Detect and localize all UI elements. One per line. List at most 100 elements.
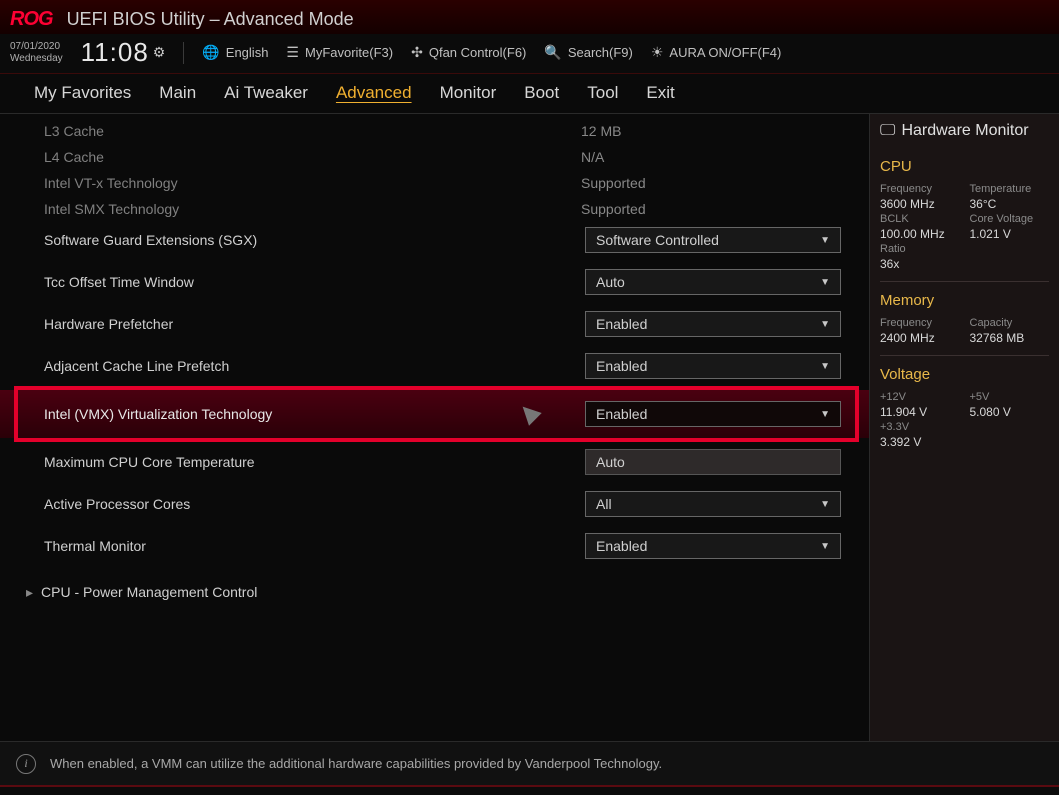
setting-label: Active Processor Cores: [44, 496, 585, 512]
setting-row-cores: Active Processor Cores All ▼: [0, 486, 869, 522]
language-button[interactable]: 🌐 English: [202, 44, 268, 61]
dropdown-value: Auto: [596, 274, 625, 290]
divider: [880, 355, 1049, 356]
hw-value: 3.392 V: [880, 435, 960, 449]
dropdown-value: All: [596, 496, 612, 512]
dropdown-thermal[interactable]: Enabled ▼: [585, 533, 841, 559]
monitor-icon: 🖵: [880, 122, 895, 140]
setting-label: Intel (VMX) Virtualization Technology: [44, 406, 585, 422]
hw-value: 36x: [880, 257, 960, 271]
tab-ai-tweaker[interactable]: Ai Tweaker: [224, 83, 308, 113]
dropdown-value: Enabled: [596, 406, 647, 422]
setting-row-thermal: Thermal Monitor Enabled ▼: [0, 528, 869, 564]
dropdown-hw-prefetch[interactable]: Enabled▼: [585, 311, 841, 337]
rog-logo-icon: ROG: [10, 8, 53, 31]
help-bar: i When enabled, a VMM can utilize the ad…: [0, 741, 1059, 785]
chevron-down-icon: ▼: [820, 541, 830, 552]
day-text: Wednesday: [10, 53, 63, 65]
clock-time: 11:08: [81, 37, 149, 68]
search-icon: 🔍: [544, 44, 561, 61]
dropdown-adj-prefetch[interactable]: Enabled▼: [585, 353, 841, 379]
qfan-button[interactable]: ✣Qfan Control(F6): [411, 44, 526, 61]
info-label: Intel VT-x Technology: [44, 175, 581, 191]
hw-label: Capacity: [970, 317, 1050, 329]
info-value: 12 MB: [581, 123, 841, 139]
dropdown-vmx[interactable]: Enabled ▼: [585, 401, 841, 427]
hw-label: +5V: [970, 391, 1050, 403]
info-label: L3 Cache: [44, 123, 581, 139]
tab-my-favorites[interactable]: My Favorites: [34, 83, 131, 113]
footer-bar: Last Modified EzMode(F7)↦ Hot Keys? Sear…: [0, 785, 1059, 795]
hw-value: 32768 MB: [970, 331, 1050, 345]
clock[interactable]: 11:08 ⚙: [81, 37, 166, 68]
search-label: Search(F9): [568, 45, 633, 60]
setting-row-tcc: Tcc Offset Time Window Auto▼: [0, 264, 869, 300]
hw-section-voltage: Voltage: [880, 366, 1049, 383]
dropdown-value: Software Controlled: [596, 232, 719, 248]
setting-label: Hardware Prefetcher: [44, 316, 585, 332]
dropdown-value: Enabled: [596, 538, 647, 554]
list-icon: ☰: [286, 44, 299, 61]
tab-monitor[interactable]: Monitor: [440, 83, 497, 113]
help-text: When enabled, a VMM can utilize the addi…: [50, 756, 662, 771]
hw-value: 36°C: [970, 197, 1050, 211]
hw-value: 100.00 MHz: [880, 227, 960, 241]
dropdown-sgx[interactable]: Software Controlled ▼: [585, 227, 841, 253]
hw-section-memory: Memory: [880, 292, 1049, 309]
hw-label: +12V: [880, 391, 960, 403]
hw-volt-grid: +12V +5V 11.904 V 5.080 V +3.3V 3.392 V: [880, 391, 1049, 449]
hw-monitor-label: Hardware Monitor: [901, 122, 1028, 140]
app-title: UEFI BIOS Utility – Advanced Mode: [67, 9, 354, 30]
setting-label: Maximum CPU Core Temperature: [44, 454, 585, 470]
setting-label: Thermal Monitor: [44, 538, 585, 554]
chevron-down-icon: ▼: [820, 499, 830, 510]
submenu-cpu-power[interactable]: CPU - Power Management Control: [0, 574, 869, 610]
gear-icon[interactable]: ⚙: [153, 44, 166, 61]
input-max-temp[interactable]: Auto: [585, 449, 841, 475]
info-bar: 07/01/2020 Wednesday 11:08 ⚙ 🌐 English ☰M…: [0, 34, 1059, 74]
setting-label: Tcc Offset Time Window: [44, 274, 585, 290]
info-row-l3: L3 Cache 12 MB: [0, 118, 869, 144]
hw-value: 11.904 V: [880, 405, 960, 419]
tab-tool[interactable]: Tool: [587, 83, 618, 113]
setting-row-max-temp: Maximum CPU Core Temperature Auto: [0, 444, 869, 480]
hw-value: 1.021 V: [970, 227, 1050, 241]
aura-button[interactable]: ☀AURA ON/OFF(F4): [651, 44, 782, 61]
hw-label: Core Voltage: [970, 213, 1050, 225]
dropdown-value: Auto: [596, 454, 625, 470]
info-icon: i: [16, 754, 36, 774]
info-label: L4 Cache: [44, 149, 581, 165]
divider: [880, 281, 1049, 282]
hw-label: Temperature: [970, 183, 1050, 195]
tab-advanced[interactable]: Advanced: [336, 83, 412, 113]
menu-bar: My Favorites Main Ai Tweaker Advanced Mo…: [0, 74, 1059, 114]
chevron-down-icon: ▼: [820, 319, 830, 330]
date-text: 07/01/2020: [10, 41, 63, 53]
setting-row-sgx: Software Guard Extensions (SGX) Software…: [0, 222, 869, 258]
tab-exit[interactable]: Exit: [646, 83, 674, 113]
chevron-down-icon: ▼: [820, 235, 830, 246]
search-button[interactable]: 🔍 Search(F9): [544, 44, 632, 61]
hw-section-cpu: CPU: [880, 158, 1049, 175]
setting-row-hw-prefetch: Hardware Prefetcher Enabled▼: [0, 306, 869, 342]
sun-icon: ☀: [651, 44, 664, 61]
dropdown-tcc[interactable]: Auto▼: [585, 269, 841, 295]
language-label: English: [226, 45, 269, 60]
hw-mem-grid: Frequency Capacity 2400 MHz 32768 MB: [880, 317, 1049, 345]
qfan-label: Qfan Control(F6): [429, 45, 527, 60]
tab-main[interactable]: Main: [159, 83, 196, 113]
hw-label: Frequency: [880, 183, 960, 195]
myfavorite-button[interactable]: ☰MyFavorite(F3): [286, 44, 393, 61]
setting-row-vmx: Intel (VMX) Virtualization Technology En…: [0, 390, 869, 438]
hw-monitor-title: 🖵 Hardware Monitor: [880, 120, 1049, 150]
globe-icon: 🌐: [202, 44, 219, 61]
hw-label: +3.3V: [880, 421, 960, 433]
chevron-down-icon: ▼: [820, 409, 830, 420]
hw-cpu-grid: Frequency Temperature 3600 MHz 36°C BCLK…: [880, 183, 1049, 271]
dropdown-cores[interactable]: All ▼: [585, 491, 841, 517]
tab-boot[interactable]: Boot: [524, 83, 559, 113]
info-value: Supported: [581, 175, 841, 191]
info-row-smx: Intel SMX Technology Supported: [0, 196, 869, 222]
setting-row-adj-prefetch: Adjacent Cache Line Prefetch Enabled▼: [0, 348, 869, 384]
info-value: Supported: [581, 201, 841, 217]
